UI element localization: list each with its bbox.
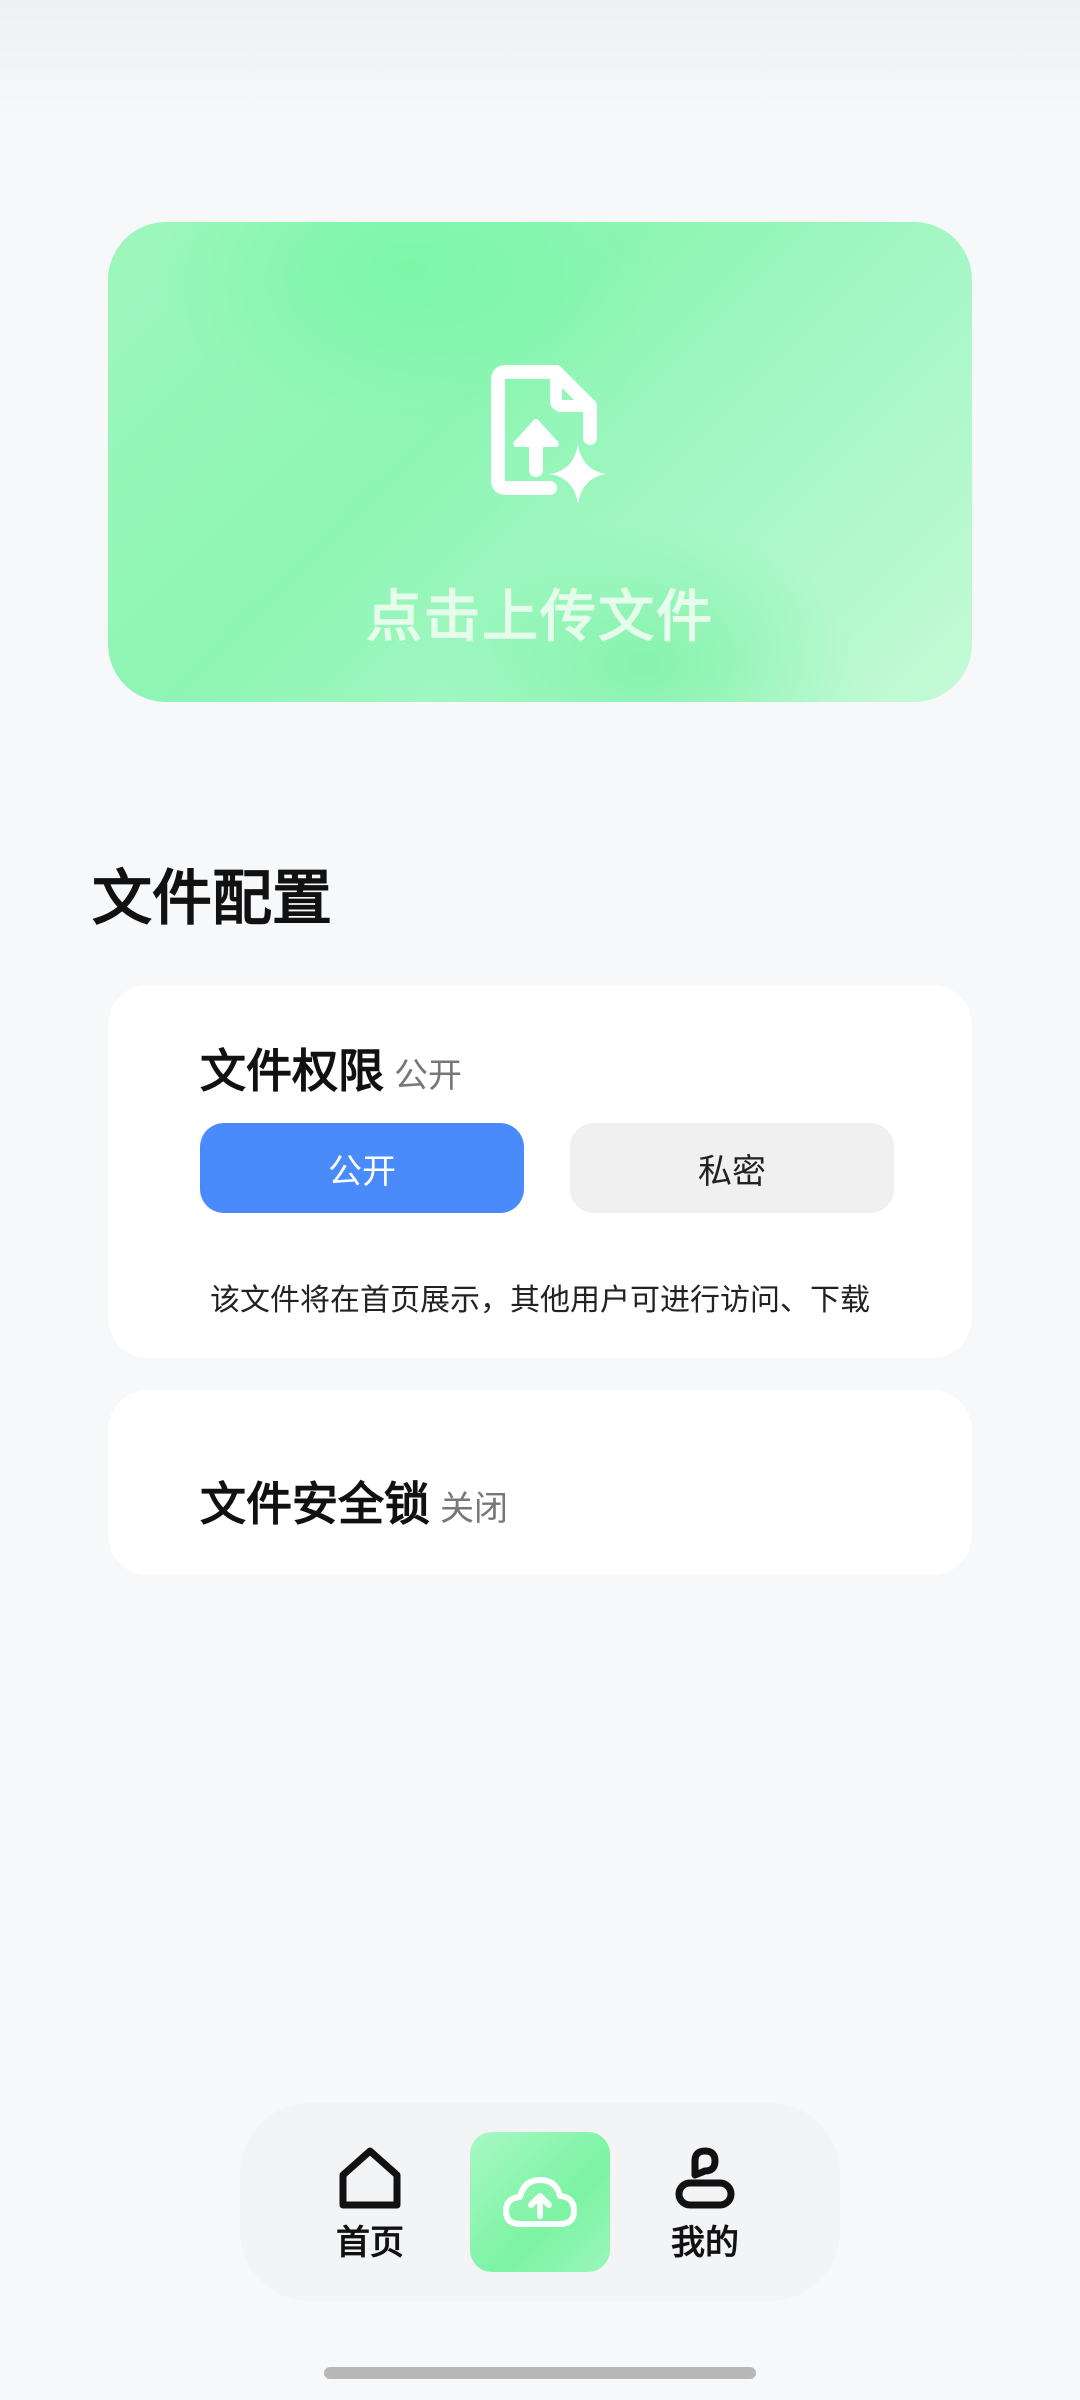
lock-title-row: 文件安全锁 关闭 [200, 1468, 508, 1534]
file-lock-card[interactable]: 文件安全锁 关闭 [108, 1390, 972, 1575]
file-upload-sparkle-icon [491, 365, 606, 504]
permission-title-row: 文件权限 公开 [200, 1035, 462, 1101]
tab-me[interactable]: 我的 [645, 2103, 765, 2301]
section-title: 文件配置 [92, 864, 332, 934]
tab-me-label: 我的 [671, 2223, 739, 2263]
tab-home-label: 首页 [336, 2223, 404, 2263]
permission-description: 该文件将在首页展示，其他用户可进行访问、下载 [210, 1283, 870, 1318]
bottom-tab-bar: 首页 我的 [240, 2103, 840, 2301]
tab-home[interactable]: 首页 [310, 2103, 430, 2301]
permission-title: 文件权限 [200, 1044, 384, 1098]
public-button[interactable]: 公开 [200, 1123, 524, 1213]
file-permission-card: 文件权限 公开 公开 私密 该文件将在首页展示，其他用户可进行访问、下载 [108, 985, 972, 1358]
lock-status: 关闭 [440, 1489, 508, 1529]
home-icon [339, 2147, 401, 2209]
tab-upload-button[interactable] [470, 2132, 610, 2272]
status-bar-area [0, 0, 1080, 120]
cloud-upload-icon [503, 2177, 577, 2227]
user-icon [675, 2147, 735, 2209]
home-indicator[interactable] [324, 2367, 756, 2379]
lock-title: 文件安全锁 [200, 1477, 430, 1531]
upload-file-card[interactable]: 点击上传文件 [108, 222, 972, 702]
private-button[interactable]: 私密 [570, 1123, 894, 1213]
upload-label: 点击上传文件 [366, 585, 714, 650]
permission-status: 公开 [394, 1056, 462, 1096]
